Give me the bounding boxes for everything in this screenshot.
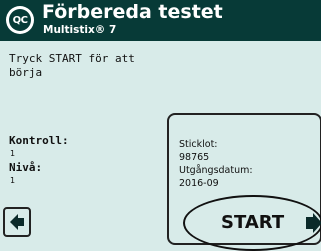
control-label: Kontroll: — [9, 134, 69, 147]
lot-value: 98765 — [179, 152, 210, 163]
instruction-line-2: börja — [9, 66, 43, 79]
level-value: 1 — [10, 176, 16, 185]
right-arrow-icon[interactable] — [301, 212, 321, 234]
qc-logo-icon: QC — [6, 6, 34, 34]
instruction-text: Tryck START för att börja — [9, 52, 159, 80]
back-button[interactable] — [3, 207, 31, 237]
left-arrow-icon — [10, 214, 24, 230]
expiry-label: Utgångsdatum: — [179, 165, 253, 176]
level-label: Nivå: — [9, 161, 43, 174]
control-value: 1 — [10, 149, 16, 158]
instruction-line-1: Tryck START för att — [9, 52, 135, 65]
page-subtitle: Multistix® 7 — [43, 24, 117, 36]
expiry-value: 2016-09 — [179, 178, 219, 189]
header-bar: QC Förbereda testet Multistix® 7 — [0, 0, 321, 41]
logo-text: QC — [9, 9, 31, 31]
start-button-label[interactable]: START — [221, 212, 284, 234]
page-title: Förbereda testet — [42, 1, 223, 23]
lot-label: Sticklot: — [179, 139, 218, 150]
